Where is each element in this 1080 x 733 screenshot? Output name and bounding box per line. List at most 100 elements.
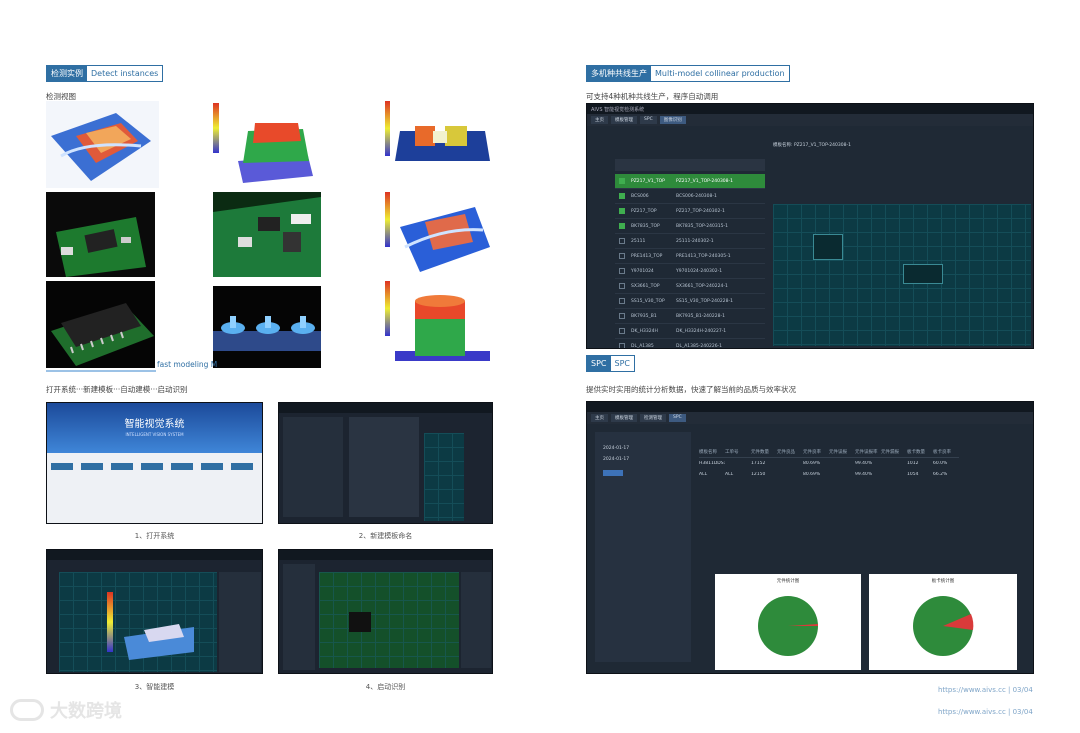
spc-header-cell: 模板名称 (699, 450, 717, 455)
watermark-logo-icon (10, 699, 44, 721)
step4-titlebar (279, 550, 492, 560)
model-checkbox[interactable] (619, 313, 625, 319)
spc-tab-inspection[interactable]: 检测管理 (640, 414, 666, 422)
model-file: DL_A1385-240226-1 (676, 343, 723, 349)
step2-titlebar (279, 403, 492, 413)
spc-cell: 99.40% (855, 461, 873, 466)
system-button[interactable] (51, 463, 73, 470)
spc-query-button[interactable] (603, 470, 623, 476)
spc-tabbar: 主页 模板管理 检测管理 SPC (587, 412, 1033, 424)
system-button[interactable] (81, 463, 103, 470)
spc-header-cell: 工单号 (725, 450, 739, 455)
pie1-chart (758, 596, 818, 656)
app-tabbar: 主页 模板管理 SPC 图像识别 (587, 114, 1033, 126)
model-file: DK_H3324H-240227-1 (676, 328, 727, 334)
tab-home[interactable]: 主页 (591, 116, 608, 124)
step4-pcb (319, 572, 459, 668)
spc-desc: 提供实时实用的统计分析数据，快速了解当前的品质与效率状况 (586, 385, 796, 394)
system-title: 智能视觉系统 (124, 419, 185, 430)
model-checkbox[interactable] (619, 253, 625, 259)
heatmap-image-5 (385, 281, 493, 368)
multimodel-pcb-view (773, 204, 1031, 346)
system-button[interactable] (141, 463, 163, 470)
spc-screenshot: 主页 模板管理 检测管理 SPC 2024-01-17 2024-01-17 模… (586, 401, 1034, 674)
model-row[interactable]: Y9701024 Y9701024-240302-1 (615, 264, 765, 279)
spc-cell: 80.69% (803, 472, 821, 477)
spc-end-date[interactable]: 2024-01-17 (595, 451, 691, 462)
section-tag-cn: 检测实例 (47, 66, 87, 81)
model-checkbox[interactable] (619, 283, 625, 289)
spc-cell: ALL (725, 472, 734, 477)
tab-template[interactable]: 模板管理 (611, 116, 637, 124)
spc-tab-spc[interactable]: SPC (669, 414, 686, 422)
section-tag-en: Multi-model collinear production (651, 66, 789, 81)
step3-screenshot (46, 549, 263, 674)
system-button[interactable] (171, 463, 193, 470)
system-button[interactable] (201, 463, 223, 470)
step2-screenshot (278, 402, 493, 524)
spc-table-row[interactable]: H3811DDS1_240128-1 17152 80.69% 99.40% 1012 6… (699, 458, 959, 469)
model-checkbox[interactable] (619, 193, 625, 199)
tab-spc[interactable]: SPC (640, 116, 657, 124)
model-checkbox[interactable] (619, 223, 625, 229)
section-tag-cn: 多机种共线生产 (587, 66, 651, 81)
model-file: 25111-240302-1 (676, 238, 714, 244)
model-file: SX3661_TOP-240224-1 (676, 283, 728, 289)
model-checkbox[interactable] (619, 298, 625, 304)
overlay-underline (46, 370, 156, 372)
watermark: 大数跨境 (10, 697, 122, 723)
pcb-image-1 (46, 192, 155, 277)
spc-table-row[interactable]: ALL ALL 12150 80.69% 99.40% 1054 66.2% (699, 469, 959, 480)
section-tag-spc-en: SPC (610, 356, 634, 371)
spc-header-cell: 元件误报 (829, 450, 847, 455)
multimodel-screenshot: AIVS 智能视觉检测系统 主页 模板管理 SPC 图像识别 模板名称: PZ2… (586, 103, 1034, 349)
model-checkbox[interactable] (619, 178, 625, 184)
spc-tab-home[interactable]: 主页 (591, 414, 608, 422)
model-list-header (615, 159, 765, 171)
model-row[interactable]: BK7935_B1 BK7935_B1-240228-1 (615, 309, 765, 324)
model-row[interactable]: DK_H3324H DK_H3324H-240227-1 (615, 324, 765, 339)
model-row[interactable]: SS15_V30_TOP SS15_V30_TOP-240228-1 (615, 294, 765, 309)
system-button[interactable] (231, 463, 253, 470)
app-titlebar: AIVS 智能视觉检测系统 (587, 104, 1033, 114)
step4-right-panel (461, 572, 491, 668)
modeling-overlay-text: fast modeling M (157, 360, 218, 369)
pie-card-components: 元件统计图 (715, 574, 861, 670)
model-checkbox[interactable] (619, 268, 625, 274)
system-button[interactable] (111, 463, 133, 470)
tab-recognition[interactable]: 图像识别 (659, 116, 686, 124)
spc-header-cell: 元件良品 (777, 450, 795, 455)
step3-side-panel (219, 572, 261, 672)
spc-filter-panel: 2024-01-17 2024-01-17 (595, 432, 691, 662)
model-name: DK_H3324H (631, 328, 658, 334)
model-checkbox[interactable] (619, 328, 625, 334)
spc-header-cell: 元件漏报 (881, 450, 899, 455)
model-checkbox[interactable] (619, 208, 625, 214)
model-checkbox[interactable] (619, 343, 625, 348)
model-row[interactable]: PZ217_TOP PZ217_TOP-240302-1 (615, 204, 765, 219)
model-row[interactable]: SX3661_TOP SX3661_TOP-240224-1 (615, 279, 765, 294)
footer-url-1[interactable]: https://www.aivs.cc | 03/04 (938, 686, 1033, 694)
model-row[interactable]: PRE1413_TOP PRE1413_TOP-240305-1 (615, 249, 765, 264)
model-row[interactable]: DL_A1385 DL_A1385-240226-1 (615, 339, 765, 349)
spc-cell: ALL (699, 472, 708, 477)
model-file: SS15_V30_TOP-240228-1 (676, 298, 733, 304)
model-file: BCS006-240308-1 (676, 193, 717, 199)
model-row[interactable]: PZ217_V1_TOP PZ217_V1_TOP-240308-1 (615, 174, 765, 189)
section-tag-detect: 检测实例 Detect instances (46, 65, 164, 82)
section-tag-spc: SPC SPC (586, 355, 635, 372)
model-row[interactable]: 25111 25111-240302-1 (615, 234, 765, 249)
pie2-chart (913, 596, 974, 656)
spc-start-date[interactable]: 2024-01-17 (595, 432, 691, 451)
model-row[interactable]: BCS006 BCS006-240308-1 (615, 189, 765, 204)
spc-cell: 80.69% (803, 461, 821, 466)
model-file: BK7935_B1-240228-1 (676, 313, 725, 319)
model-checkbox[interactable] (619, 238, 625, 244)
step4-screenshot (278, 549, 493, 674)
model-name: SX3661_TOP (631, 283, 660, 289)
footer-url-2[interactable]: https://www.aivs.cc | 03/04 (938, 708, 1033, 716)
model-row[interactable]: BK7835_TOP BK7835_TOP-240315-1 (615, 219, 765, 234)
spc-tab-template[interactable]: 模板管理 (611, 414, 637, 422)
spc-header-cell: 板卡数量 (907, 450, 925, 455)
system-subtitle: INTELLIGENT VISION SYSTEM (125, 432, 184, 437)
